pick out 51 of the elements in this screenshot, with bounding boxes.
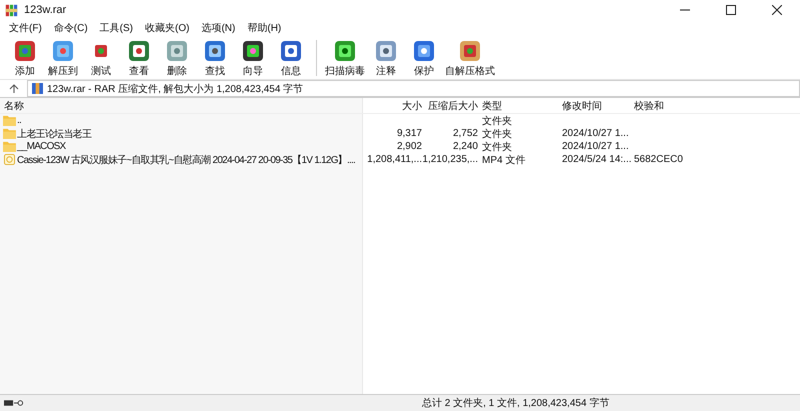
toolbar-button[interactable]: 保护 (405, 38, 443, 78)
column-header[interactable]: 校验和 (634, 98, 714, 112)
column-header[interactable]: 名称 (0, 98, 362, 112)
toolbar-button[interactable]: 测试 (82, 38, 120, 78)
app-icon (5, 4, 18, 16)
table-cell-text: 5682CEC0 (634, 154, 684, 165)
column-header[interactable]: 类型 (478, 98, 562, 112)
table-cell-text: 9,317 (396, 128, 422, 139)
toolbar-button[interactable]: 信息 (272, 38, 310, 78)
table-cell-text: 2,240 (452, 141, 478, 152)
maximize-icon[interactable] (726, 5, 736, 15)
address-bar[interactable]: 123w.rar - RAR 压缩文件, 解包大小为 1,208,423,454 字节 (27, 80, 800, 97)
toolbar-button[interactable]: 向导 (234, 38, 272, 78)
table-cell-text: 文件夹 (481, 128, 513, 140)
status-text: 总计 2 文件夹, 1 文件, 1,208,423,454 字节 (422, 396, 610, 410)
table-cell-text: 2024/5/24 14:... (562, 154, 633, 165)
column-header[interactable]: 修改时间 (562, 98, 634, 112)
menu-item[interactable]: 选项(N) (196, 21, 240, 35)
column-header[interactable]: 压缩后大小 (422, 98, 478, 112)
toolbar-button[interactable]: 扫描病毒 (323, 38, 367, 78)
close-icon[interactable] (772, 5, 782, 15)
file-name[interactable]: __MACOSX (17, 141, 66, 152)
table-cell-text: 2,902 (396, 141, 422, 152)
toolbar-button[interactable]: 删除 (158, 38, 196, 78)
file-name[interactable]: .. (17, 115, 22, 126)
table-cell-text: 文件夹 (481, 114, 513, 128)
toolbar-button[interactable]: 查看 (120, 38, 158, 78)
window-title: 123w.rar (24, 4, 66, 16)
toolbar-button[interactable]: 注释 (367, 38, 405, 78)
toolbar-button[interactable]: 添加 (6, 38, 44, 78)
toolbar-button[interactable]: 解压到 (44, 38, 82, 78)
table-cell-text: 2024/10/27 1... (562, 141, 630, 152)
table-cell-text: MP4 文件 (481, 154, 526, 166)
drive-icon (4, 399, 24, 407)
table-cell-text: 文件夹 (481, 140, 513, 154)
menu-item[interactable]: 命令(C) (48, 21, 93, 35)
table-cell-text: 2024/10/27 1... (562, 128, 630, 139)
file-name[interactable]: 上老王论坛当老王 (17, 126, 91, 140)
menu-item[interactable]: 工具(S) (94, 21, 138, 35)
column-header[interactable]: 大小 (362, 98, 422, 112)
file-name[interactable]: Cassie-123W 古风汉服妹子~自取其乳~自慰高潮 2024-04-27 20-09-35【1V 1.12G】.... (17, 152, 356, 166)
menu-item[interactable]: 收藏夹(O) (140, 21, 194, 35)
video-file-icon (3, 154, 16, 165)
toolbar-button[interactable]: 查找 (196, 38, 234, 78)
table-cell-text: 2,752 (452, 128, 478, 139)
toolbar-button[interactable]: 自解压格式 (443, 38, 497, 78)
menu-item[interactable]: 帮助(H) (242, 21, 286, 35)
table-cell: 1,210,235,... (422, 154, 478, 165)
table-cell-text: 1,208,411,... (366, 154, 422, 165)
menu-item[interactable]: 文件(F) (4, 21, 47, 35)
up-arrow-icon[interactable] (9, 84, 19, 94)
